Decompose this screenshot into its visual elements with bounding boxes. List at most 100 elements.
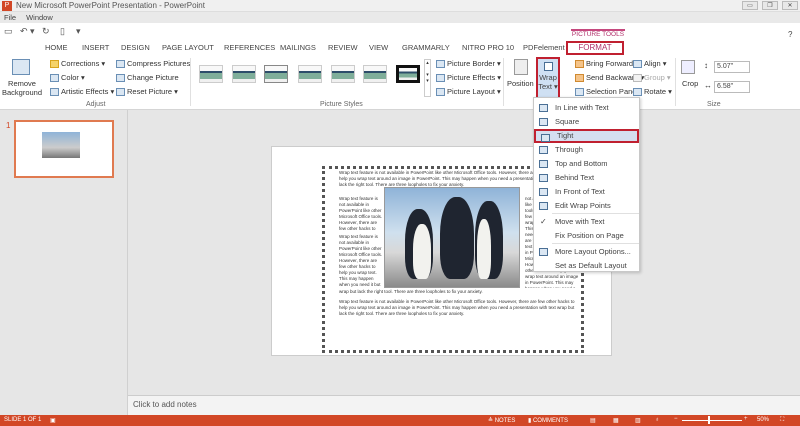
wrap-menu-item[interactable]: Square <box>534 115 639 129</box>
picture-style-7[interactable] <box>396 65 420 83</box>
wrap-menu-item[interactable]: Through <box>534 143 639 157</box>
notes-button[interactable]: ≜ NOTES <box>488 417 515 424</box>
top-bottom-icon <box>539 160 548 168</box>
slide-thumbnail[interactable] <box>14 120 114 178</box>
color-button[interactable]: Color ▾ <box>50 73 85 83</box>
undo-icon[interactable]: ↶ ▾ <box>20 26 35 37</box>
corrections-label: Corrections ▾ <box>61 59 106 68</box>
restore-button[interactable]: ❐ <box>762 1 778 10</box>
zoom-level[interactable]: 50% <box>757 417 769 423</box>
align-label: Align ▾ <box>644 59 667 68</box>
menu-separator <box>552 213 639 214</box>
wrap-menu-item[interactable]: Top and Bottom <box>534 157 639 171</box>
tab-design[interactable]: DESIGN <box>121 43 150 52</box>
help-icon[interactable]: ? <box>788 30 792 39</box>
change-picture-button[interactable]: Change Picture <box>116 73 179 83</box>
align-icon <box>633 60 642 69</box>
wrap-menu-item[interactable]: In Front of Text <box>534 185 639 199</box>
tab-format[interactable]: FORMAT <box>566 41 624 55</box>
menu-file[interactable]: File <box>4 13 16 22</box>
minimize-button[interactable]: ▭ <box>742 1 758 10</box>
square-wrap-icon <box>539 118 548 126</box>
fit-to-window-icon[interactable]: ⛶ <box>780 417 784 424</box>
corrections-button[interactable]: Corrections ▾ <box>50 59 106 69</box>
wrap-menu-item[interactable]: In Line with Text <box>534 101 639 115</box>
save-icon[interactable]: ▭ <box>4 26 13 37</box>
wrap-menu-item[interactable]: More Layout Options... <box>534 245 639 259</box>
wrap-menu-item[interactable]: Behind Text <box>534 171 639 185</box>
picture-style-3[interactable] <box>264 65 288 83</box>
menu-item-label: In Front of Text <box>555 187 605 196</box>
reading-view-icon[interactable]: ▥ <box>635 417 641 424</box>
picture-border-icon <box>436 60 445 69</box>
compress-pictures-button[interactable]: Compress Pictures <box>116 59 190 69</box>
wrap-menu-item[interactable]: Fix Position on Page <box>534 229 639 243</box>
wrap-text-button[interactable]: Wrap Text ▾ <box>536 57 560 99</box>
wrap-menu-item[interactable]: Set as Default Layout <box>534 259 639 273</box>
selection-pane-button[interactable]: Selection Pane <box>575 87 636 97</box>
tab-references[interactable]: REFERENCES <box>224 43 275 52</box>
remove-background-icon <box>12 59 30 75</box>
notes-placeholder[interactable]: Click to add notes <box>133 400 197 409</box>
remove-background-button[interactable]: Remove Background <box>2 79 42 97</box>
picture-border-button[interactable]: Picture Border ▾ <box>436 59 501 69</box>
wrap-menu-item[interactable]: Tight <box>534 129 639 143</box>
zoom-slider-thumb[interactable] <box>708 416 710 424</box>
crop-button[interactable]: Crop <box>682 79 698 88</box>
ribbon-tabs: HOME INSERT DESIGN PAGE LAYOUT REFERENCE… <box>0 40 800 55</box>
picture-style-1[interactable] <box>199 65 223 83</box>
zoom-slider[interactable] <box>682 420 742 421</box>
tab-page-layout[interactable]: PAGE LAYOUT <box>162 43 214 52</box>
picture-style-4[interactable] <box>298 65 322 83</box>
notes-pane[interactable]: Click to add notes <box>128 395 800 415</box>
picture-layout-button[interactable]: Picture Layout ▾ <box>436 87 501 97</box>
group-label: Group ▾ <box>644 73 671 82</box>
shape-height-input[interactable]: 5.07" <box>714 61 750 73</box>
align-button[interactable]: Align ▾ <box>633 59 667 69</box>
shape-width-input[interactable]: 6.58" <box>714 81 750 93</box>
picture-effects-button[interactable]: Picture Effects ▾ <box>436 73 501 83</box>
menu-window[interactable]: Window <box>26 13 53 22</box>
left-column-text-1: Wrap text feature is not available in Po… <box>339 196 383 231</box>
tab-grammarly[interactable]: GRAMMARLY <box>402 43 450 52</box>
bring-forward-button[interactable]: Bring Forward ▾ <box>575 59 639 69</box>
slide-sorter-icon[interactable]: ▦ <box>613 417 619 424</box>
group-button[interactable]: Group ▾ <box>633 73 671 83</box>
ribbon: Remove Background Corrections ▾ Color ▾ … <box>0 55 800 110</box>
customize-qat-icon[interactable]: ▾ <box>76 26 81 37</box>
normal-view-icon[interactable]: ▤ <box>590 417 596 424</box>
picture-style-6[interactable] <box>363 65 387 83</box>
new-file-icon[interactable]: ▯ <box>60 26 65 37</box>
tab-pdfelement[interactable]: PDFelement <box>523 43 565 52</box>
artistic-effects-button[interactable]: Artistic Effects ▾ <box>50 87 114 97</box>
picture-style-2[interactable] <box>232 65 256 83</box>
penguins-image[interactable] <box>384 187 520 288</box>
position-button[interactable]: Position <box>507 79 534 88</box>
styles-scrollbar[interactable]: ▴ ▾ ▾ <box>424 59 431 97</box>
menu-item-label: More Layout Options... <box>555 247 631 256</box>
zoom-out-button[interactable]: − <box>674 416 678 422</box>
close-button[interactable]: ✕ <box>782 1 798 10</box>
picture-style-5[interactable] <box>331 65 355 83</box>
wrap-menu-item[interactable]: Edit Wrap Points <box>534 199 639 213</box>
slideshow-icon[interactable]: ♁ <box>655 417 660 423</box>
comments-button[interactable]: ▮ COMMENTS <box>528 417 568 424</box>
layout-options-icon <box>539 248 548 256</box>
tab-nitro[interactable]: NITRO PRO 10 <box>462 43 514 52</box>
menu-item-label: Tight <box>557 131 574 140</box>
corrections-icon <box>50 60 59 69</box>
zoom-in-button[interactable]: + <box>744 416 748 422</box>
tab-insert[interactable]: INSERT <box>82 43 109 52</box>
rotate-label: Rotate ▾ <box>644 87 672 96</box>
tab-review[interactable]: REVIEW <box>328 43 358 52</box>
bring-forward-label: Bring Forward ▾ <box>586 59 639 68</box>
tab-view[interactable]: VIEW <box>369 43 388 52</box>
redo-icon[interactable]: ↻ <box>42 26 50 37</box>
tab-home[interactable]: HOME <box>45 43 68 52</box>
rotate-button[interactable]: Rotate ▾ <box>633 87 672 97</box>
reset-picture-button[interactable]: Reset Picture ▾ <box>116 87 178 97</box>
left-column-text-2: Wrap text feature is not available in Po… <box>339 234 383 287</box>
spell-check-icon[interactable]: ▣ <box>50 417 56 424</box>
wrap-menu-item[interactable]: ✓ Move with Text <box>534 215 639 229</box>
tab-mailings[interactable]: MAILINGS <box>280 43 316 52</box>
